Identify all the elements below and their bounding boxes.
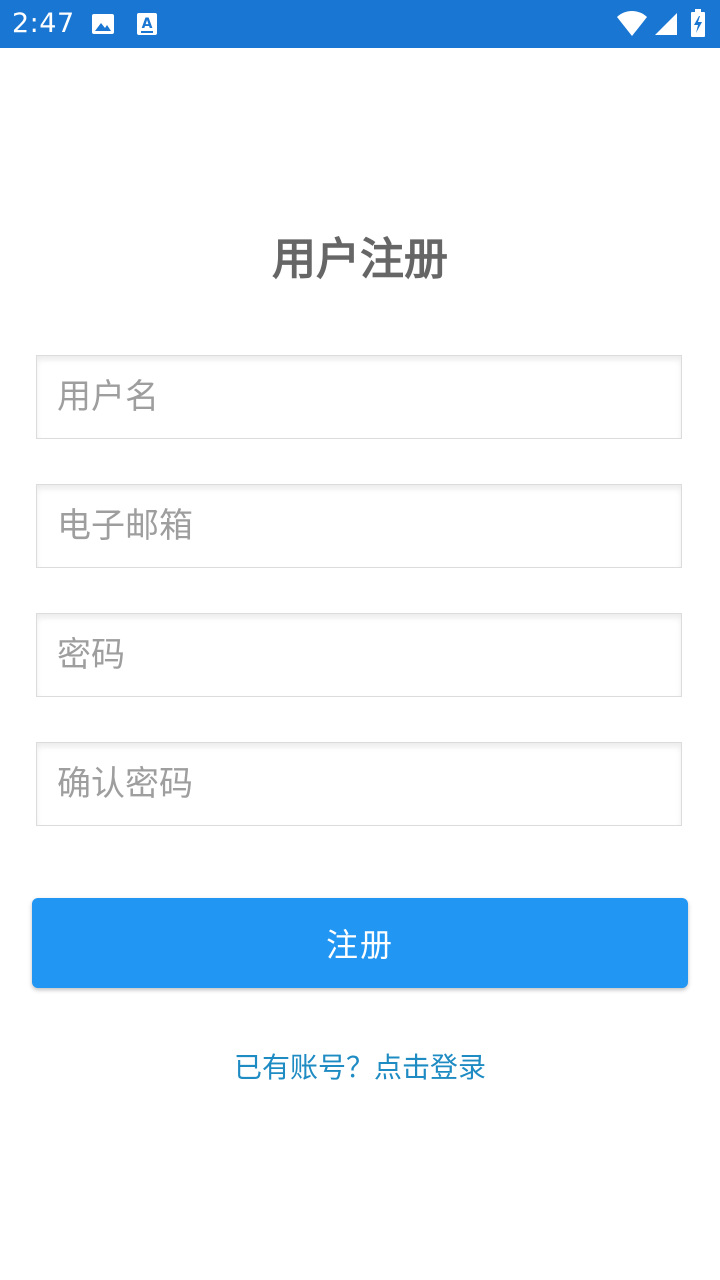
status-time: 2:47 (12, 8, 75, 39)
svg-text:A: A (142, 16, 153, 32)
email-field[interactable] (36, 484, 682, 568)
page-title: 用户注册 (272, 234, 448, 285)
status-bar: 2:47 A (0, 0, 720, 48)
username-input[interactable] (37, 356, 681, 438)
password-field[interactable] (36, 613, 682, 697)
login-link[interactable]: 已有账号？点击登录 (0, 1046, 720, 1090)
register-button[interactable]: 注册 (32, 898, 688, 988)
confirm-password-field[interactable] (36, 742, 682, 826)
password-input[interactable] (37, 614, 681, 696)
email-input[interactable] (37, 485, 681, 567)
battery-icon (690, 9, 706, 37)
username-field[interactable] (36, 355, 682, 439)
signal-icon (654, 12, 678, 36)
image-icon (91, 12, 115, 36)
confirm-password-input[interactable] (37, 743, 681, 825)
wifi-icon (616, 10, 648, 38)
a-icon: A (136, 12, 158, 36)
